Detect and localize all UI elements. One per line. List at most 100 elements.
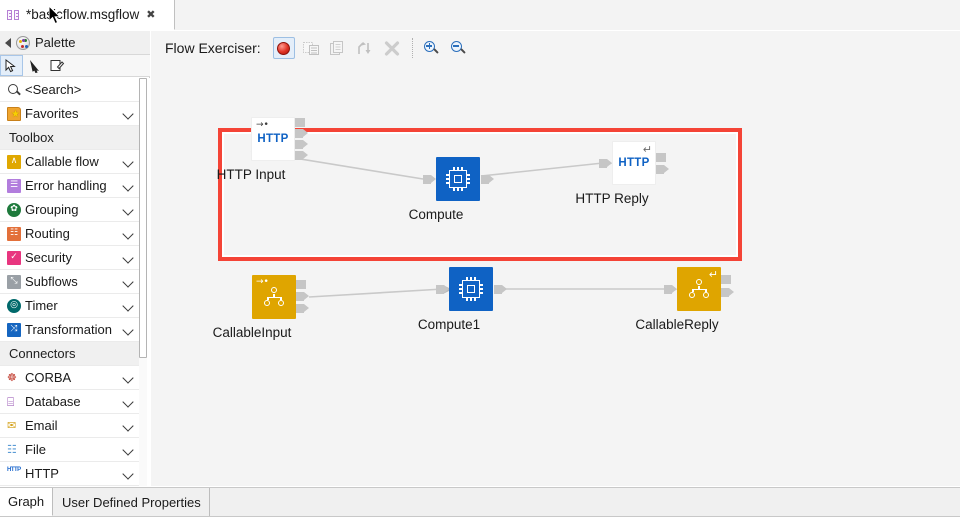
node-body[interactable]	[436, 157, 480, 201]
magnifier-plus-icon	[424, 41, 439, 56]
record-red-sphere-icon	[277, 42, 290, 55]
palette-tool-strip	[0, 55, 150, 77]
hierarchy-icon	[262, 286, 286, 308]
chevron-down-icon[interactable]	[122, 468, 133, 479]
input-terminal[interactable]	[436, 285, 444, 294]
palette-item-label: HTTP	[25, 466, 59, 481]
inject-path-icon	[357, 41, 373, 56]
input-terminal[interactable]	[423, 175, 431, 184]
output-terminal[interactable]	[656, 153, 666, 162]
node-label: CallableReply	[635, 317, 718, 332]
output-terminal[interactable]	[296, 292, 304, 301]
database-icon: ⌸	[7, 395, 21, 409]
palette-item-callable-flow[interactable]: ∧Callable flow	[0, 150, 141, 174]
palette-item-label: Grouping	[25, 202, 78, 217]
output-terminal[interactable]	[721, 288, 729, 297]
palette-item-favorites[interactable]: Favorites	[0, 102, 141, 126]
zoom-in-button[interactable]	[421, 37, 443, 59]
flow-editor: Flow Exerciser:	[151, 31, 960, 486]
output-terminal[interactable]	[295, 140, 303, 149]
palette-search-input[interactable]: <Search>	[0, 78, 141, 102]
subflows-icon: ⤡	[7, 275, 21, 289]
palette-scrollbar[interactable]	[139, 78, 147, 486]
palette-item-timer[interactable]: ◎Timer	[0, 294, 141, 318]
view-recorded-messages-button[interactable]	[300, 37, 322, 59]
palette-item-error-handling[interactable]: ☰Error handling	[0, 174, 141, 198]
output-terminal[interactable]	[656, 165, 664, 174]
palette-item-email[interactable]: ✉Email	[0, 414, 141, 438]
node-body[interactable]: →• HTTP	[251, 117, 295, 161]
zoom-out-button[interactable]	[448, 37, 470, 59]
copy-messages-button[interactable]	[327, 37, 349, 59]
bottom-tab-graph[interactable]: Graph	[0, 488, 53, 516]
node-body[interactable]: →•	[252, 275, 296, 319]
palette-item-file[interactable]: ☷File	[0, 438, 141, 462]
palette-item-label: Routing	[25, 226, 70, 241]
palette-item-grouping[interactable]: ✿Grouping	[0, 198, 141, 222]
clear-messages-button[interactable]	[381, 37, 403, 59]
chevron-down-icon[interactable]	[122, 228, 133, 239]
error-handling-icon: ☰	[7, 179, 21, 193]
chevron-down-icon[interactable]	[122, 204, 133, 215]
output-terminal[interactable]	[296, 280, 306, 289]
palette-item-security[interactable]: ✓Security	[0, 246, 141, 270]
chevron-down-icon[interactable]	[122, 300, 133, 311]
hierarchy-icon	[687, 278, 711, 300]
palette-scrollbar-thumb[interactable]	[139, 78, 147, 358]
node-label: HTTP Reply	[575, 191, 648, 206]
tab-basicflow-msgflow[interactable]: *basicflow.msgflow ✖	[0, 0, 175, 30]
chevron-down-icon[interactable]	[122, 444, 133, 455]
flow-canvas[interactable]: →• HTTP HTTP Input	[151, 65, 960, 486]
output-terminal[interactable]	[295, 129, 303, 138]
record-flow-exerciser-button[interactable]	[273, 37, 295, 59]
marquee-tool[interactable]	[23, 55, 46, 76]
output-terminal[interactable]	[295, 151, 303, 160]
editor-bottom-tabs: GraphUser Defined Properties	[0, 487, 960, 517]
chevron-down-icon[interactable]	[122, 156, 133, 167]
output-terminal[interactable]	[296, 304, 304, 313]
chevron-down-icon[interactable]	[122, 108, 133, 119]
palette-item-http[interactable]: HTTPHTTP	[0, 462, 141, 486]
palette-item-subflows[interactable]: ⤡Subflows	[0, 270, 141, 294]
chevron-down-icon[interactable]	[122, 420, 133, 431]
transformation-icon: ⤨	[7, 323, 21, 337]
palette-item-routing[interactable]: ☷ Routing	[0, 222, 141, 246]
input-terminal[interactable]	[664, 285, 672, 294]
chevron-down-icon[interactable]	[122, 324, 133, 335]
palette-collapse-icon[interactable]	[5, 38, 11, 48]
http-text-icon: HTTP	[257, 133, 288, 145]
routing-icon: ☷	[7, 227, 21, 241]
chevron-down-icon[interactable]	[122, 276, 133, 287]
input-terminal[interactable]	[599, 159, 607, 168]
chevron-down-icon[interactable]	[122, 372, 133, 383]
output-terminal[interactable]	[721, 275, 731, 284]
output-terminal[interactable]	[295, 118, 305, 127]
output-terminal[interactable]	[481, 175, 489, 184]
palette-globe-icon	[16, 36, 30, 50]
reply-badge-icon: ↵	[643, 144, 652, 155]
palette-item-database[interactable]: ⌸Database	[0, 390, 141, 414]
tab-close-icon[interactable]: ✖	[146, 9, 155, 20]
node-label: Compute1	[418, 317, 480, 332]
node-body[interactable]: ↵ HTTP	[612, 141, 656, 185]
palette-item-corba[interactable]: ☸CORBA	[0, 366, 141, 390]
palette-item-label: Favorites	[25, 106, 78, 121]
favorites-folder-icon	[7, 107, 21, 121]
palette-group-label: Connectors	[9, 346, 75, 361]
chevron-down-icon[interactable]	[122, 180, 133, 191]
node-body[interactable]: ↵	[677, 267, 721, 311]
palette-item-list[interactable]: <Search>FavoritesToolbox∧Callable flow☰E…	[0, 78, 150, 486]
annotation-tool[interactable]	[46, 55, 69, 76]
chevron-down-icon[interactable]	[122, 396, 133, 407]
bottom-tab-user-defined-properties[interactable]: User Defined Properties	[54, 488, 210, 516]
inject-message-button[interactable]	[354, 37, 376, 59]
email-icon: ✉	[7, 419, 21, 433]
output-terminal[interactable]	[494, 285, 502, 294]
search-icon	[7, 83, 21, 97]
node-body[interactable]	[449, 267, 493, 311]
palette-item-transformation[interactable]: ⤨Transformation	[0, 318, 141, 342]
flow-exerciser-toolbar: Flow Exerciser:	[151, 31, 960, 65]
select-tool[interactable]	[0, 55, 23, 76]
chevron-down-icon[interactable]	[122, 252, 133, 263]
magnifier-minus-icon	[451, 41, 466, 56]
